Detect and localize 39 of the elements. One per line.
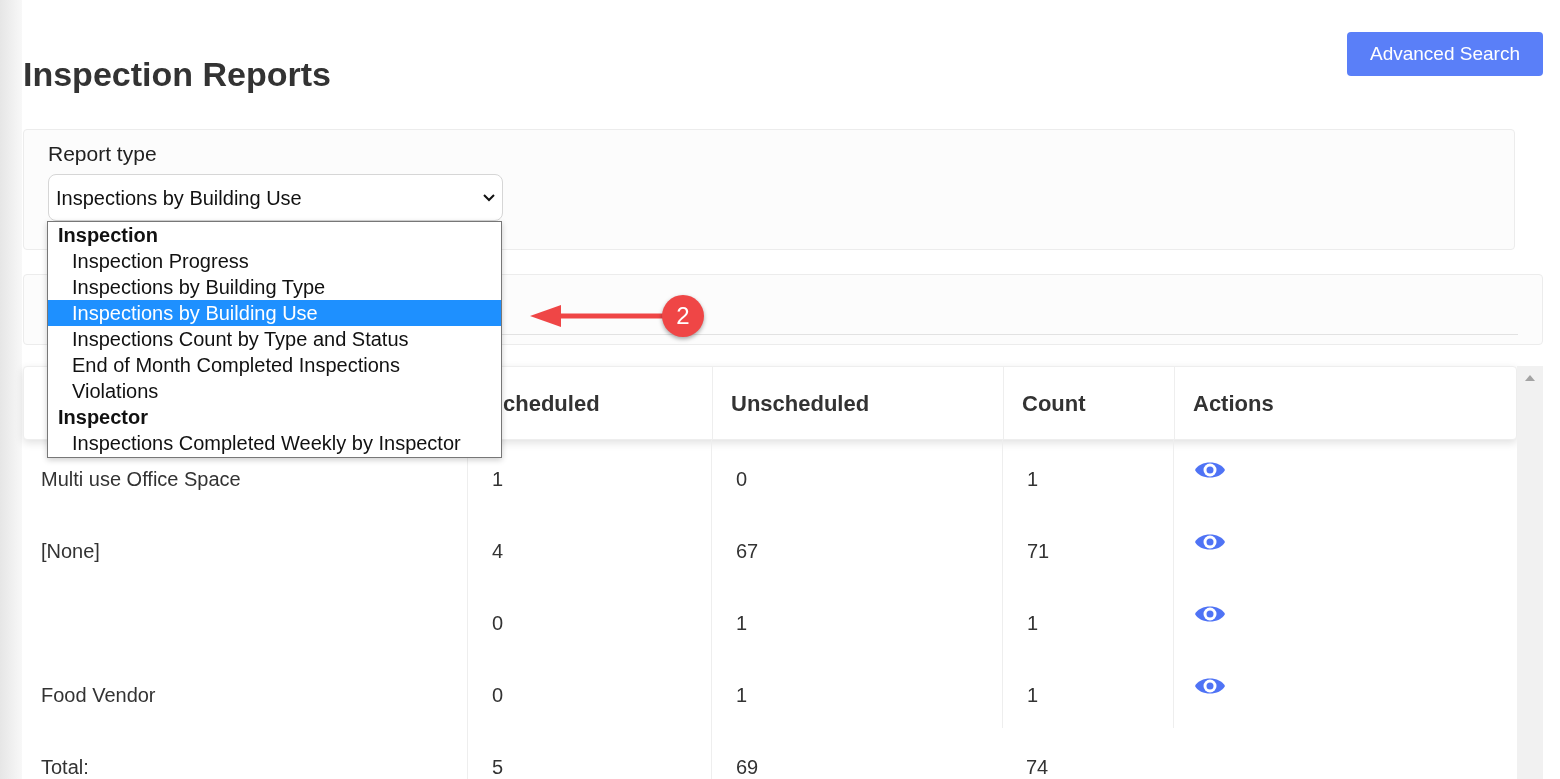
scrollbar[interactable] [1517,366,1543,779]
table-cell: [None] [41,540,100,562]
dropdown-option[interactable]: Inspections by Building Type [48,274,501,300]
column-header: cheduled [503,389,600,418]
table-cell: 1 [736,684,748,706]
scroll-up-icon[interactable] [1524,374,1536,382]
dropdown-option[interactable]: Violations [48,378,501,404]
table-cell: 71 [1027,540,1050,562]
total-label: Total: [41,756,89,778]
report-type-select[interactable]: Inspections by Building Use [48,174,503,221]
column-header: Count [1022,389,1086,418]
table-cell: 0 [492,612,504,634]
field-label: Report type [48,141,158,167]
option-group-label: Inspector [57,405,150,430]
table-cell: 1 [1027,684,1039,706]
column-header: Unscheduled [731,389,870,418]
table-cell: 5 [492,756,504,778]
select-value: Inspections by Building Use [56,185,302,211]
dropdown-option[interactable]: End of Month Completed Inspections [48,352,501,378]
dropdown-option[interactable]: Inspections Count by Type and Status [48,326,501,352]
dropdown-option[interactable]: Inspections Completed Weekly by Inspector [48,430,501,456]
table-cell: 74 [1026,756,1049,778]
table-cell: 1 [1027,612,1039,634]
table-cell: 1 [492,468,504,490]
table-cell: 67 [736,540,759,562]
option-group-label: Inspection [57,223,159,248]
dropdown-option[interactable]: Inspection Progress [48,248,501,274]
page-title: Inspection Reports [23,54,331,94]
column-header: Actions [1193,389,1274,418]
table-cell: 4 [492,540,504,562]
table-cell: Food Vendor [41,684,156,706]
advanced-search-button[interactable]: Advanced Search [1347,32,1543,76]
table-cell: 1 [1027,468,1039,490]
caret-icon [482,192,496,203]
table-cell: 69 [736,756,759,778]
table-cell: 1 [736,612,748,634]
table-cell: Multi use Office Space [41,468,241,490]
table-cell: 0 [736,468,748,490]
table-cell: 0 [492,684,504,706]
